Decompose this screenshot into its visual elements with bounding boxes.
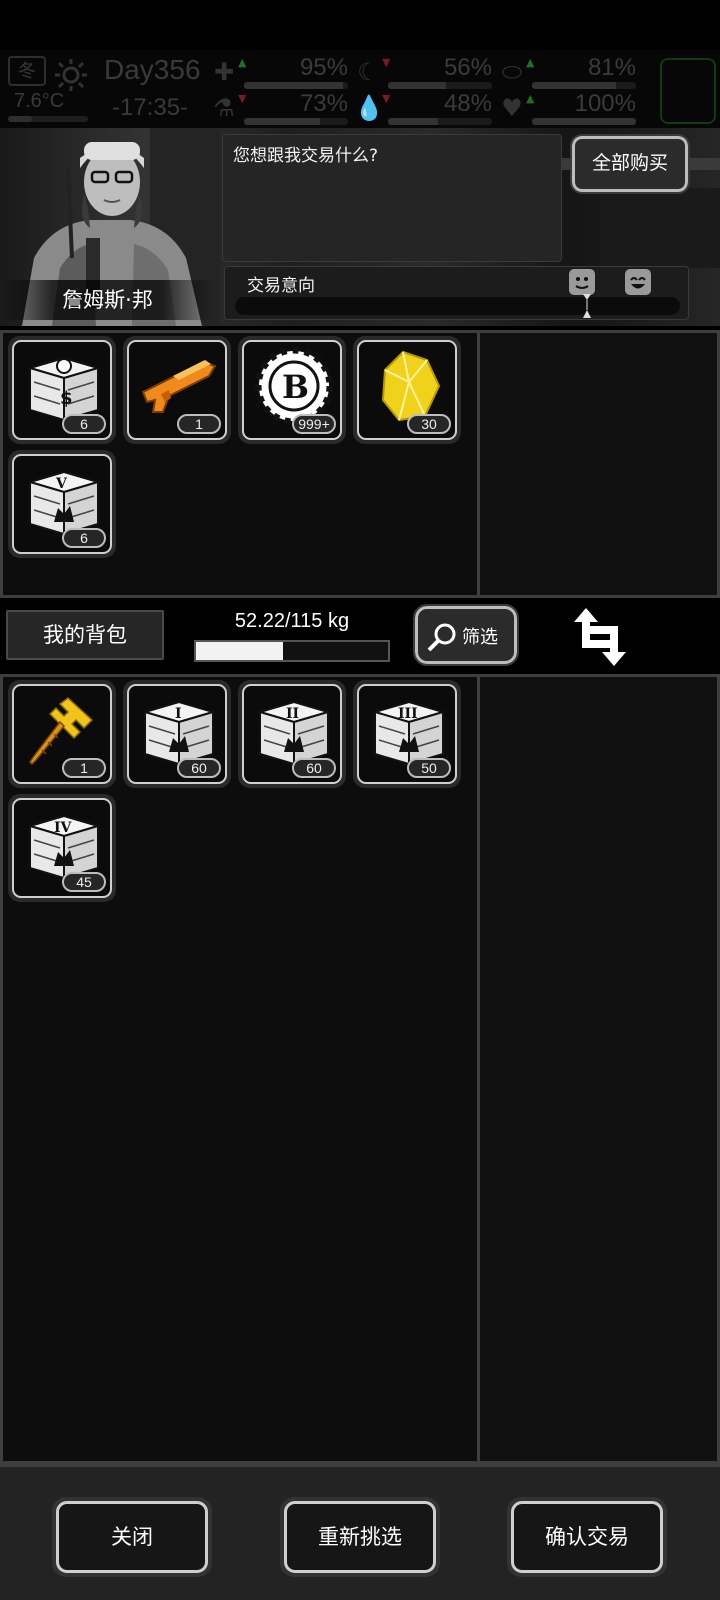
magnifier-icon: [427, 623, 456, 652]
bag-item-slot[interactable]: IV 45: [8, 794, 116, 902]
trader-name: 詹姆斯·邦: [0, 280, 215, 320]
heart-icon: ♥: [501, 94, 523, 122]
stomach-icon: ☾: [357, 58, 379, 86]
stat-bar: [244, 118, 348, 125]
bag-weight: 52.22/115 kg: [234, 610, 350, 632]
stat-hunger: ☾ ▼ 56%: [354, 54, 496, 90]
trader-item-slot[interactable]: $ 6: [8, 336, 116, 444]
bag-item-slot[interactable]: 1: [8, 680, 116, 788]
my-inventory: 1 I 60 II 60 III 50 IV 45: [0, 674, 720, 1464]
stat-bar: [532, 82, 636, 89]
stat-energy: ⚗ ▼ 73%: [210, 90, 352, 126]
first-aid-kit-icon: ✚: [213, 58, 235, 86]
bag-item-slot[interactable]: III 50: [353, 680, 461, 788]
confirm-trade-button[interactable]: 确认交易: [507, 1497, 667, 1577]
stat-value: 81%: [587, 54, 636, 81]
status-hud: 冬 Day356 7.6°C -17:35- ✚ ▲ 95% ☾ ▼ 56% ⬭…: [0, 50, 720, 128]
hud-slot[interactable]: [660, 58, 716, 124]
svg-text:III: III: [398, 706, 418, 722]
svg-text:II: II: [286, 706, 299, 722]
stat-bar: [388, 82, 492, 89]
item-count: 60: [177, 758, 221, 778]
buy-all-button[interactable]: 全部购买: [570, 134, 690, 194]
trend-down-icon: ▼: [382, 92, 391, 105]
stat-thirst: 💧 ▼ 48%: [354, 90, 496, 126]
bag-item-slot[interactable]: I 60: [123, 680, 231, 788]
stat-bar: [388, 118, 492, 125]
temperature-bar: [8, 116, 88, 122]
trend-up-icon: ▲: [238, 56, 247, 69]
stat-health: ✚ ▲ 95%: [210, 54, 352, 90]
trade-intent-label: 交易意向: [247, 276, 315, 296]
item-count: 50: [407, 758, 451, 778]
trader-item-slot[interactable]: 1: [123, 336, 231, 444]
pill-icon: ⬭: [501, 58, 523, 86]
reselect-button-label: 重新挑选: [284, 1501, 436, 1573]
item-count: 6: [62, 414, 106, 434]
stat-value: 56%: [443, 54, 492, 81]
svg-text:B: B: [282, 368, 309, 406]
stat-bar: [532, 118, 636, 125]
item-count: 45: [62, 872, 106, 892]
my-bag-tab[interactable]: 我的背包: [6, 610, 164, 660]
swap-arrows-icon[interactable]: [572, 606, 628, 668]
trader-item-slot[interactable]: 30: [353, 336, 461, 444]
trader-dialog: 您想跟我交易什么?: [222, 134, 562, 262]
svg-text:IV: IV: [54, 820, 73, 836]
sun-icon: [54, 58, 88, 92]
bag-item-slot[interactable]: II 60: [238, 680, 346, 788]
stat-mood: ♥ ▲ 100%: [498, 90, 640, 126]
trend-down-icon: ▼: [238, 92, 247, 105]
stat-value: 100%: [574, 90, 636, 117]
trader-item-slot[interactable]: B 999+: [238, 336, 346, 444]
item-count: 1: [177, 414, 221, 434]
action-bar: 关闭 重新挑选 确认交易: [0, 1464, 720, 1600]
svg-text:$: $: [60, 388, 73, 409]
item-count: 6: [62, 528, 106, 548]
reselect-button[interactable]: 重新挑选: [280, 1497, 440, 1577]
water-drop-icon: 💧: [354, 94, 384, 122]
item-count: 60: [292, 758, 336, 778]
trader-item-slot[interactable]: V 6: [8, 450, 116, 558]
stat-bar: [244, 82, 348, 89]
intent-marker-icon: [583, 294, 591, 318]
day-counter: Day356: [104, 54, 201, 85]
item-count: 999+: [292, 414, 336, 434]
stat-value: 48%: [443, 90, 492, 117]
temperature: 7.6°C: [14, 90, 65, 112]
confirm-trade-button-label: 确认交易: [511, 1501, 663, 1573]
svg-text:I: I: [175, 706, 182, 722]
stat-medicine: ⬭ ▲ 81%: [498, 54, 640, 90]
bag-toolbar: 我的背包 52.22/115 kg 筛选: [0, 598, 720, 672]
trend-up-icon: ▲: [526, 56, 535, 69]
close-button[interactable]: 关闭: [52, 1497, 212, 1577]
season-indicator: 冬: [8, 56, 46, 86]
trader-offer-area[interactable]: [477, 333, 717, 595]
trader-header: 詹姆斯·邦 您想跟我交易什么? 全部购买 交易意向: [0, 128, 720, 326]
trend-up-icon: ▲: [526, 92, 535, 105]
item-count: 1: [62, 758, 106, 778]
bag-weight-bar: [194, 640, 390, 662]
filter-button[interactable]: 筛选: [413, 604, 519, 666]
dialog-text: 您想跟我交易什么?: [233, 146, 379, 166]
trade-intent-panel: 交易意向: [224, 266, 689, 320]
item-count: 30: [407, 414, 451, 434]
close-button-label: 关闭: [56, 1501, 208, 1573]
trader-inventory: $ 6 1 B 999+ 30 V 6: [0, 330, 720, 598]
filter-label: 筛选: [462, 627, 498, 648]
flask-icon: ⚗: [213, 94, 235, 122]
trend-down-icon: ▼: [382, 56, 391, 69]
happy-face-icon: [625, 269, 651, 295]
trade-intent-track: [235, 297, 680, 315]
svg-text:V: V: [55, 476, 68, 492]
stat-value: 95%: [299, 54, 348, 81]
stat-value: 73%: [299, 90, 348, 117]
my-offer-area[interactable]: [477, 677, 717, 1461]
game-clock: -17:35-: [112, 94, 189, 121]
